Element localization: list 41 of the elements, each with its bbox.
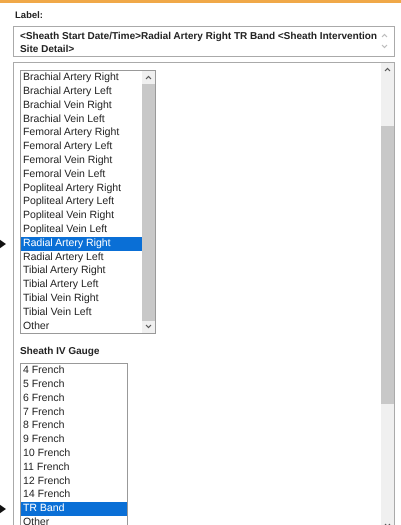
scroll-up-icon[interactable] — [384, 67, 391, 72]
list-item[interactable]: 8 French — [21, 419, 127, 434]
pointer-icon — [0, 504, 6, 514]
section-heading: Sheath IV Gauge — [20, 345, 100, 360]
list-item[interactable]: 14 French — [21, 488, 127, 502]
list-item[interactable]: Other — [21, 320, 142, 334]
list-item[interactable]: Popliteal Vein Right — [21, 209, 142, 224]
list-item[interactable]: Femoral Artery Right — [21, 126, 142, 140]
scroll-up-icon[interactable] — [145, 75, 152, 80]
list-item[interactable]: Brachial Vein Left — [21, 112, 142, 126]
scrollbar-thumb[interactable] — [381, 126, 394, 404]
list-item[interactable]: TR Band — [21, 502, 127, 516]
list-item[interactable]: Brachial Artery Left — [21, 85, 142, 99]
list-item[interactable]: 4 French — [21, 364, 127, 378]
list-item[interactable]: Brachial Vein Right — [21, 98, 142, 113]
list-item[interactable]: Other — [21, 516, 127, 525]
scrollbar[interactable] — [381, 63, 394, 525]
list-item[interactable]: Brachial Artery Right — [21, 71, 142, 86]
list-item[interactable]: Tibial Artery Left — [21, 278, 142, 292]
list-item[interactable]: 9 French — [21, 433, 127, 448]
list-item[interactable]: Femoral Vein Left — [21, 168, 142, 182]
list-item[interactable]: Femoral Vein Right — [21, 154, 142, 168]
list-item[interactable]: Popliteal Artery Left — [21, 195, 142, 210]
list-item[interactable]: Radial Artery Right — [21, 236, 142, 251]
list-item[interactable]: 11 French — [21, 460, 127, 475]
text-value: <Sheath Start Date/Time>Radial Artery Right TR Band <Sheath Intervention Site Detail> — [20, 30, 378, 56]
scroll-down-icon[interactable] — [145, 324, 152, 330]
list-item[interactable]: Tibial Artery Right — [21, 264, 142, 278]
list-item[interactable]: 5 French — [21, 378, 127, 392]
list-item[interactable]: Popliteal Vein Left — [21, 223, 142, 237]
list-item[interactable]: Tibial Vein Right — [21, 292, 142, 306]
list-item[interactable]: Tibial Vein Left — [21, 306, 142, 320]
list-item[interactable]: Femoral Artery Left — [21, 140, 142, 154]
list-item[interactable]: Radial Artery Left — [21, 250, 142, 264]
field-label: Label: — [15, 9, 43, 23]
list-item[interactable]: 6 French — [21, 392, 127, 406]
list-item[interactable]: 12 French — [21, 474, 127, 488]
list-item[interactable]: 7 French — [21, 406, 127, 420]
list-item[interactable]: 10 French — [21, 447, 127, 461]
list-item[interactable]: Popliteal Artery Right — [21, 182, 142, 196]
pointer-icon — [0, 238, 6, 249]
